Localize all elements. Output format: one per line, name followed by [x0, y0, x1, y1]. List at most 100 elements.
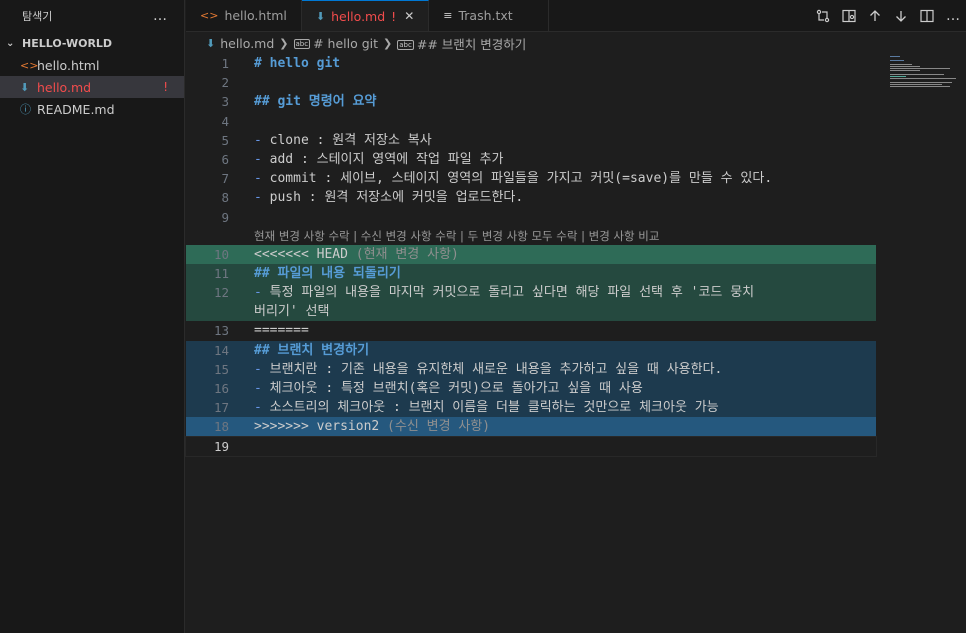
code-line: 1 # hello git — [186, 54, 876, 73]
tab-label: hello.md — [331, 8, 386, 24]
line-number: 6 — [221, 151, 229, 167]
breadcrumb-heading-1[interactable]: abc # hello git — [293, 35, 379, 51]
conflict-separator: 13 ======= — [186, 321, 876, 340]
command-desc: : 원격 저장소 복사 — [308, 132, 432, 148]
explorer-sidebar: 탐색기 … ⌄ HELLO-WORLD <> hello.html ⬇ hell… — [0, 0, 185, 633]
line-number: 10 — [213, 246, 229, 262]
file-label: hello.html — [37, 57, 100, 73]
file-label: README.md — [37, 101, 115, 117]
line-text-part: 소스트리의 체크아웃 : 브랜치 이름을 더블 클릭하는 것만으로 체크아웃 가… — [261, 400, 719, 416]
code-line: 4 — [186, 112, 876, 131]
line-number: 15 — [213, 361, 229, 377]
list-bullet: - — [254, 171, 262, 187]
line-text: - clone : 원격 저장소 복사 — [254, 131, 876, 150]
line-text: ## git 명령어 요약 — [254, 94, 377, 110]
line-number: 9 — [221, 209, 229, 225]
chevron-right-icon: ❯ — [383, 36, 393, 50]
line-text-part: 브랜치란 : 기존 내용을 유지한체 새로운 내용을 추가하고 싶을 때 사용한… — [261, 361, 723, 377]
line-number: 14 — [213, 342, 229, 358]
line-text: - commit : 세이브, 스테이지 영역의 파일들을 가지고 커밋(=sa… — [254, 169, 876, 188]
line-number: 2 — [221, 75, 229, 91]
tab-trash-txt[interactable]: ≡ Trash.txt — [429, 0, 550, 31]
folder-hello-world[interactable]: ⌄ HELLO-WORLD — [0, 32, 184, 54]
compare-changes-icon[interactable] — [810, 3, 836, 29]
line-number: 13 — [213, 323, 229, 339]
conflict-marker-current: 10 <<<<<<< HEAD (현재 변경 사항) — [186, 244, 876, 264]
code-line: 11 ## 파일의 내용 되돌리기 — [186, 263, 876, 284]
info-icon: ⓘ — [20, 103, 31, 116]
line-number: 4 — [221, 113, 229, 129]
file-label: hello.md — [37, 79, 92, 95]
line-text: ======= — [254, 323, 309, 339]
code-editor[interactable]: 1 # hello git 2 3 ## git 명령어 요약 4 5 - clone… — [185, 54, 877, 633]
arrow-down-icon[interactable] — [888, 3, 914, 29]
tab-hello-html[interactable]: <> hello.html — [186, 0, 302, 31]
chevron-down-icon: ⌄ — [6, 37, 15, 49]
line-text: ## 브랜치 변경하기 — [254, 342, 370, 358]
code-line: 2 — [186, 73, 876, 92]
line-text: >>>>>>> version2 (수신 변경 사항) — [254, 417, 876, 436]
explorer-title: 탐색기 — [22, 10, 53, 23]
list-bullet: - — [254, 285, 262, 301]
modified-indicator: ! — [391, 8, 397, 24]
file-item-hello-md[interactable]: ⬇ hello.md ! — [0, 76, 184, 98]
markdown-icon: ⬇ — [20, 80, 30, 94]
line-number — [186, 302, 254, 321]
line-text: ## 파일의 내용 되돌리기 — [254, 265, 401, 281]
list-bullet: - — [254, 361, 262, 377]
breadcrumb-heading-1-label: # hello git — [313, 35, 379, 51]
line-text — [254, 112, 876, 131]
arrow-up-icon[interactable] — [862, 3, 888, 29]
line-number: 18 — [213, 419, 229, 435]
file-item-hello-html[interactable]: <> hello.html — [0, 54, 184, 76]
markdown-icon: ⬇ — [206, 36, 216, 50]
html-icon: <> — [200, 9, 219, 22]
command-name: clone — [269, 132, 309, 148]
breadcrumb-heading-2[interactable]: abc ## 브랜치 변경하기 — [397, 34, 526, 53]
more-actions-icon[interactable]: … — [153, 8, 168, 24]
current-line: 19 — [185, 435, 877, 457]
code-line: 8 - push : 원격 저장소에 커밋을 업로드한다. — [186, 188, 876, 207]
breadcrumb-file[interactable]: hello.md — [220, 36, 274, 51]
split-editor-icon[interactable] — [914, 3, 940, 29]
code-line: 12 - 특정 파일의 내용을 마지막 커밋으로 돌리고 싶다면 해당 파일 선택… — [186, 283, 876, 303]
command-desc: : 원격 저장소에 커밋을 업로드한다. — [300, 190, 524, 206]
line-number: 16 — [213, 381, 229, 396]
command-name: commit — [269, 171, 317, 187]
file-item-readme-md[interactable]: ⓘ README.md — [0, 98, 184, 120]
conflict-marker-incoming: 18 >>>>>>> version2 (수신 변경 사항) — [186, 417, 876, 437]
open-preview-icon[interactable] — [836, 3, 862, 29]
folder-label: HELLO-WORLD — [22, 36, 113, 50]
line-number: 3 — [221, 94, 229, 110]
marker-label: (수신 변경 사항) — [379, 419, 491, 435]
line-text: 버리기' 선택 — [254, 304, 330, 320]
breadcrumb: ⬇ hello.md ❯ abc # hello git ❯ abc ## 브랜치 … — [186, 32, 966, 54]
minimap[interactable] — [880, 54, 966, 114]
close-icon[interactable]: ✕ — [404, 9, 414, 23]
tab-hello-md[interactable]: ⬇ hello.md ! ✕ — [301, 0, 430, 31]
line-text — [254, 73, 876, 92]
line-text: - 소스트리의 체크아웃 : 브랜치 이름을 더블 클릭하는 것만으로 체크아웃… — [254, 398, 876, 417]
line-text: - 특정 파일의 내용을 마지막 커밋으로 돌리고 싶다면 해당 파일 선택 후… — [254, 283, 876, 302]
code-line: 9 — [186, 208, 876, 227]
breadcrumb-heading-2-label: ## 브랜치 변경하기 — [416, 36, 527, 52]
line-text: # hello git — [254, 56, 341, 71]
list-bullet: - — [254, 132, 262, 148]
code-line: 3 ## git 명령어 요약 — [186, 92, 876, 111]
code-line-wrap: 버리기' 선택 — [186, 302, 876, 322]
editor-area: <> hello.html ⬇ hello.md ! ✕ ≡ Trash.txt — [185, 0, 966, 633]
text-file-icon: ≡ — [443, 9, 453, 22]
line-text-part: 특정 파일의 내용을 마지막 커밋으로 돌리고 싶다면 해당 파일 선택 후 '… — [261, 285, 755, 301]
symbol-string-icon: abc — [293, 39, 311, 49]
line-number: 1 — [221, 56, 229, 71]
list-bullet: - — [254, 190, 262, 206]
command-name: push — [269, 190, 301, 206]
line-text — [254, 437, 876, 456]
more-actions-icon[interactable]: … — [940, 3, 966, 29]
marker-text: <<<<<<< HEAD — [254, 246, 348, 262]
code-line: 5 - clone : 원격 저장소 복사 — [186, 131, 876, 150]
line-number: 17 — [213, 400, 229, 416]
line-text-part: 체크아웃 : 특정 브랜치(혹은 커밋)으로 돌아가고 싶을 때 사용 — [261, 381, 643, 396]
list-bullet: - — [254, 381, 262, 396]
merge-codelens[interactable]: 현재 변경 사항 수락 | 수신 변경 사항 수락 | 두 변경 사항 모두 수… — [186, 227, 876, 245]
